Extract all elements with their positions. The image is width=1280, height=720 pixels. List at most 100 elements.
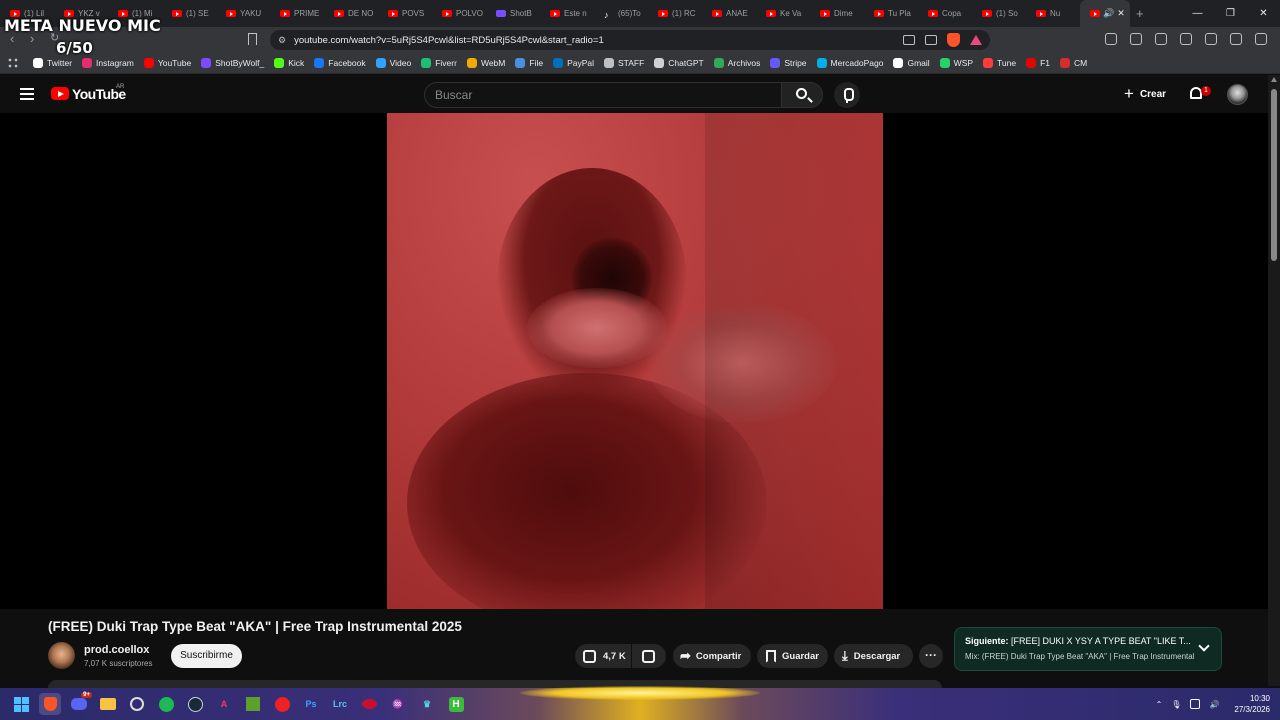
lightroom-icon[interactable]: Lrc (329, 693, 351, 715)
close-tab-icon[interactable]: ✕ (1117, 8, 1125, 19)
search-input[interactable]: Buscar (424, 82, 782, 108)
active-tab[interactable]: 🔊 ✕ (1080, 0, 1130, 27)
up-next-panel[interactable]: Siguiente: [FREE] DUKI X YSY A TYPE BEAT… (954, 627, 1222, 671)
hamburger-menu-icon[interactable] (20, 88, 34, 100)
extensions-icon[interactable] (1105, 33, 1117, 45)
bookmark-item[interactable]: Facebook (314, 58, 366, 68)
address-bar[interactable]: ⚙ youtube.com/watch?v=5uRj5S4Pcwl&list=R… (270, 30, 990, 50)
account-avatar[interactable] (1227, 84, 1248, 105)
browser-tab[interactable]: Nu (1026, 0, 1080, 27)
subscribe-button[interactable]: Suscribirme (171, 644, 242, 668)
bookmark-item[interactable]: CM (1060, 58, 1087, 68)
cast-icon[interactable] (903, 35, 915, 45)
bookmark-item[interactable]: Stripe (770, 58, 807, 68)
chevron-down-icon[interactable] (1198, 640, 1210, 652)
media-control-icon[interactable] (1155, 33, 1167, 45)
browser-tab[interactable]: DE NO (324, 0, 378, 27)
spotify-icon[interactable] (155, 693, 177, 715)
bookmark-item[interactable]: Fiverr (421, 58, 457, 68)
restore-icon[interactable]: ❐ (1214, 8, 1247, 19)
network-icon[interactable] (1190, 699, 1201, 709)
bookmark-item[interactable]: Instagram (82, 58, 134, 68)
brave-rewards-icon[interactable] (970, 35, 982, 45)
bookmark-item[interactable]: Archivos (713, 58, 760, 68)
bookmark-item[interactable]: File (515, 58, 543, 68)
screenshot-icon[interactable] (1130, 33, 1142, 45)
minecraft-icon[interactable] (242, 693, 264, 715)
scrollbar-thumb[interactable] (1271, 89, 1277, 261)
browser-tab[interactable]: Tu Pla (864, 0, 918, 27)
bookmark-item[interactable]: MercadoPago (816, 58, 883, 68)
brave-shields-icon[interactable] (947, 33, 960, 47)
bookmark-item[interactable]: Gmail (893, 58, 930, 68)
browser-tab[interactable]: Copa (918, 0, 972, 27)
browser-tab[interactable]: Este n (540, 0, 594, 27)
crown-app-icon[interactable]: ♛ (416, 693, 438, 715)
browser-tab[interactable]: ANAE (702, 0, 756, 27)
adobe-icon[interactable]: A (213, 693, 235, 715)
youtube-logo-icon[interactable] (51, 87, 69, 100)
bookmark-item[interactable]: F1 (1026, 58, 1050, 68)
steam-icon[interactable] (184, 693, 206, 715)
browser-tab[interactable]: POVS (378, 0, 432, 27)
clock[interactable]: 10:30 27/3/2026 (1234, 693, 1270, 715)
browser-tab[interactable]: (1) So (972, 0, 1026, 27)
site-settings-icon[interactable]: ⚙ (278, 35, 286, 46)
bookmark-item[interactable]: Kick (274, 58, 304, 68)
brave-taskbar-icon[interactable] (39, 693, 61, 715)
start-button[interactable] (10, 693, 32, 715)
speaker-icon[interactable]: 🔊 (1103, 8, 1114, 19)
video-frame[interactable] (387, 113, 883, 609)
sidebar-icon[interactable] (1180, 33, 1192, 45)
share-button[interactable]: ➦ Compartir (673, 644, 751, 668)
browser-tab[interactable]: Dime (810, 0, 864, 27)
discord-taskbar-icon[interactable]: 9+ (68, 692, 92, 715)
bookmark-item[interactable]: Tune (983, 58, 1016, 68)
bookmark-item[interactable]: ChatGPT (654, 58, 704, 68)
photoshop-icon[interactable]: Ps (300, 693, 322, 715)
video-player[interactable] (0, 113, 1268, 609)
browser-tab[interactable]: Ke Va (756, 0, 810, 27)
browser-tab[interactable]: ShotB (486, 0, 540, 27)
microphone-icon[interactable]: 🎙 (1171, 700, 1181, 709)
browser-tab[interactable]: (1) SE (162, 0, 216, 27)
browser-tab[interactable]: YAKU (216, 0, 270, 27)
bookmark-item[interactable]: PayPal (553, 58, 594, 68)
bookmark-item[interactable]: Twitter (33, 58, 72, 68)
bookmark-item[interactable]: YouTube (143, 58, 191, 68)
audio-app-icon[interactable]: ♒ (387, 693, 409, 715)
download-button[interactable]: ⤓ Descargar (834, 644, 913, 668)
wallet-icon[interactable] (1205, 33, 1217, 45)
save-button[interactable]: Guardar (757, 644, 828, 668)
scroll-up-icon[interactable] (1271, 77, 1277, 82)
bookmark-item[interactable]: WSP (939, 58, 973, 68)
minimize-icon[interactable]: — (1181, 8, 1214, 19)
volume-icon[interactable]: 🔊 (1209, 700, 1219, 709)
leo-ai-icon[interactable] (1230, 33, 1242, 45)
channel-avatar[interactable] (48, 642, 75, 669)
like-button[interactable]: 4,7 K (575, 644, 631, 668)
youtube-music-icon[interactable] (271, 693, 293, 715)
tray-overflow-icon[interactable]: ⌃ (1156, 700, 1163, 709)
page-scrollbar[interactable] (1268, 75, 1280, 686)
bookmark-item[interactable]: STAFF (604, 58, 644, 68)
bookmark-item[interactable]: WebM (466, 58, 505, 68)
bookmark-page-icon[interactable] (248, 33, 257, 45)
browser-tab[interactable]: ♪ (65)To (594, 0, 648, 27)
browser-tab[interactable]: PRIME (270, 0, 324, 27)
share-page-icon[interactable] (925, 35, 937, 45)
apps-grid-icon[interactable] (7, 57, 19, 69)
new-tab-icon[interactable]: + (1136, 6, 1144, 21)
close-window-icon[interactable]: ✕ (1247, 8, 1280, 19)
file-explorer-icon[interactable] (97, 693, 119, 715)
chrome-icon[interactable] (126, 693, 148, 715)
voice-search-button[interactable] (834, 82, 860, 108)
search-button[interactable] (781, 82, 823, 108)
bookmark-item[interactable]: Video (375, 58, 411, 68)
bookmark-item[interactable]: ShotByWolf_ (201, 58, 264, 68)
dislike-button[interactable] (632, 644, 666, 668)
browser-tab[interactable]: (1) RC (648, 0, 702, 27)
create-button[interactable]: + Crear (1124, 84, 1166, 103)
red-app-icon[interactable] (358, 693, 380, 715)
channel-name[interactable]: prod.coellox (84, 644, 149, 656)
